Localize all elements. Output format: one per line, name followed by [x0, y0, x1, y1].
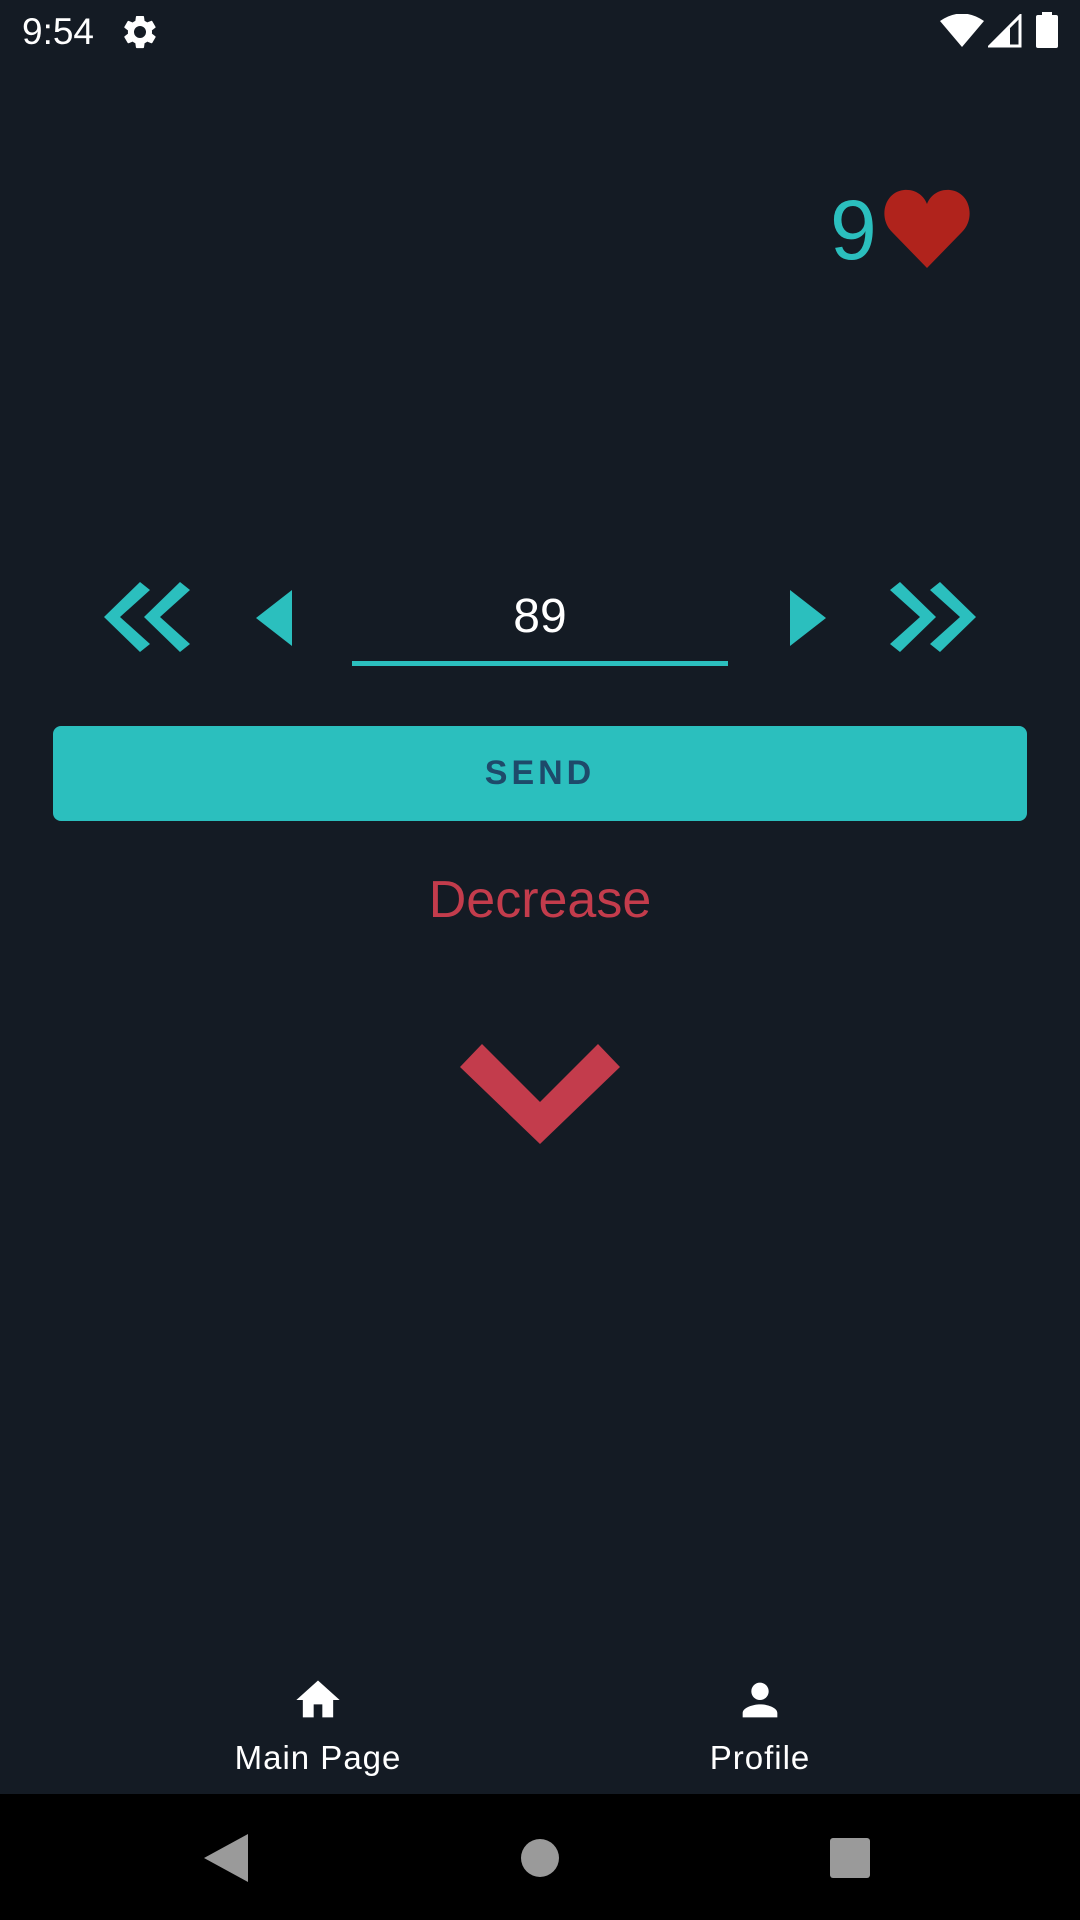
heart-icon — [884, 189, 970, 268]
wifi-icon — [940, 14, 984, 47]
increment-button[interactable] — [790, 590, 826, 646]
triangle-left-icon — [256, 590, 292, 646]
status-bar: 9:54 — [0, 0, 1080, 64]
double-chevron-right-button[interactable] — [890, 582, 976, 652]
home-circle-icon[interactable] — [520, 1838, 560, 1878]
nav-item-profile[interactable]: Profile — [490, 1650, 1030, 1794]
system-nav-bar — [0, 1794, 1080, 1920]
number-input[interactable]: 89 — [352, 582, 728, 666]
chevron-down-icon — [460, 1044, 620, 1144]
double-chevron-right-icon — [890, 582, 976, 652]
double-chevron-left-icon — [104, 582, 190, 652]
battery-icon — [1036, 12, 1058, 48]
recents-icon[interactable] — [830, 1838, 870, 1878]
feedback-text: Decrease — [428, 871, 652, 929]
gear-icon — [124, 15, 156, 49]
signal-icon — [988, 14, 1022, 48]
double-chevron-left-button[interactable] — [104, 582, 190, 652]
decrement-button[interactable] — [256, 590, 292, 646]
triangle-right-icon — [790, 590, 826, 646]
nav-label-profile: Profile — [709, 1739, 811, 1776]
back-icon[interactable] — [204, 1834, 248, 1882]
bottom-nav: Main Page Profile — [0, 1650, 1080, 1794]
lives-count: 9 — [830, 183, 877, 277]
home-icon — [296, 1680, 340, 1718]
send-button[interactable]: SEND — [53, 726, 1027, 821]
status-time: 9:54 — [22, 11, 95, 52]
person-icon — [742, 1682, 778, 1718]
